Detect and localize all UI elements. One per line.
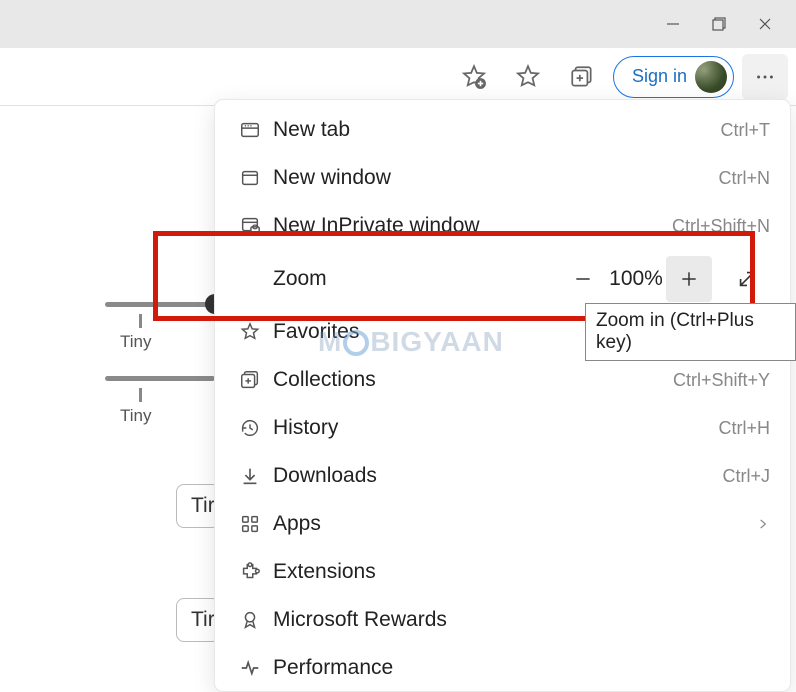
- signin-label: Sign in: [632, 66, 687, 87]
- slider-label: Tiny: [120, 406, 152, 426]
- slider-label: Tiny: [120, 332, 152, 352]
- menu-item-new-window[interactable]: New window Ctrl+N: [215, 154, 790, 202]
- menu-item-history[interactable]: History Ctrl+H: [215, 404, 790, 452]
- more-button[interactable]: [742, 54, 788, 100]
- extensions-icon: [229, 561, 271, 583]
- menu-item-apps[interactable]: Apps: [215, 500, 790, 548]
- settings-menu: New tab Ctrl+T New window Ctrl+N New InP…: [215, 100, 790, 691]
- menu-item-downloads[interactable]: Downloads Ctrl+J: [215, 452, 790, 500]
- minimize-button[interactable]: [650, 0, 696, 48]
- zoom-tooltip: Zoom in (Ctrl+Plus key): [585, 303, 796, 361]
- history-icon: [229, 417, 271, 439]
- inprivate-icon: [229, 215, 271, 237]
- close-button[interactable]: [742, 0, 788, 48]
- shortcut-text: Ctrl+J: [722, 466, 770, 487]
- favorites-icon[interactable]: [505, 54, 551, 100]
- menu-item-collections[interactable]: Collections Ctrl+Shift+Y: [215, 356, 790, 404]
- shortcut-text: Ctrl+N: [718, 168, 770, 189]
- new-tab-icon: [229, 119, 271, 141]
- chevron-right-icon: [750, 517, 770, 531]
- menu-item-extensions[interactable]: Extensions: [215, 548, 790, 596]
- zoom-value: 100%: [606, 267, 666, 291]
- browser-toolbar: Sign in: [0, 48, 796, 106]
- performance-icon: [229, 657, 271, 679]
- menu-item-new-tab[interactable]: New tab Ctrl+T: [215, 106, 790, 154]
- star-icon: [229, 321, 271, 343]
- shortcut-text: Ctrl+T: [721, 120, 771, 141]
- zoom-label: Zoom: [229, 267, 560, 291]
- add-favorite-icon[interactable]: [451, 54, 497, 100]
- titlebar: [0, 0, 796, 48]
- menu-item-label: History: [271, 416, 718, 440]
- avatar: [695, 61, 727, 93]
- shortcut-text: Ctrl+H: [718, 418, 770, 439]
- menu-item-label: New tab: [271, 118, 721, 142]
- menu-item-performance[interactable]: Performance: [215, 644, 790, 692]
- menu-item-zoom: Zoom 100%: [215, 250, 790, 308]
- menu-item-label: Downloads: [271, 464, 722, 488]
- menu-item-inprivate[interactable]: New InPrivate window Ctrl+Shift+N: [215, 202, 790, 250]
- menu-item-label: New InPrivate window: [271, 214, 672, 238]
- collections-icon[interactable]: [559, 54, 605, 100]
- new-window-icon: [229, 167, 271, 189]
- download-icon: [229, 465, 271, 487]
- menu-item-rewards[interactable]: Microsoft Rewards: [215, 596, 790, 644]
- collections-menu-icon: [229, 369, 271, 391]
- menu-item-label: Collections: [271, 368, 673, 392]
- menu-item-label: New window: [271, 166, 718, 190]
- zoom-in-button[interactable]: [666, 256, 712, 302]
- bg-button-2[interactable]: Tir: [176, 598, 220, 642]
- apps-icon: [229, 513, 271, 535]
- menu-item-label: Apps: [271, 512, 750, 536]
- menu-item-label: Performance: [271, 656, 770, 680]
- menu-item-label: Extensions: [271, 560, 770, 584]
- signin-button[interactable]: Sign in: [613, 56, 734, 98]
- shortcut-text: Ctrl+Shift+N: [672, 216, 770, 237]
- fullscreen-button[interactable]: [724, 256, 770, 302]
- maximize-button[interactable]: [696, 0, 742, 48]
- zoom-out-button[interactable]: [560, 256, 606, 302]
- menu-item-label: Microsoft Rewards: [271, 608, 770, 632]
- bg-button-1[interactable]: Tir: [176, 484, 220, 528]
- shortcut-text: Ctrl+Shift+Y: [673, 370, 770, 391]
- rewards-icon: [229, 609, 271, 631]
